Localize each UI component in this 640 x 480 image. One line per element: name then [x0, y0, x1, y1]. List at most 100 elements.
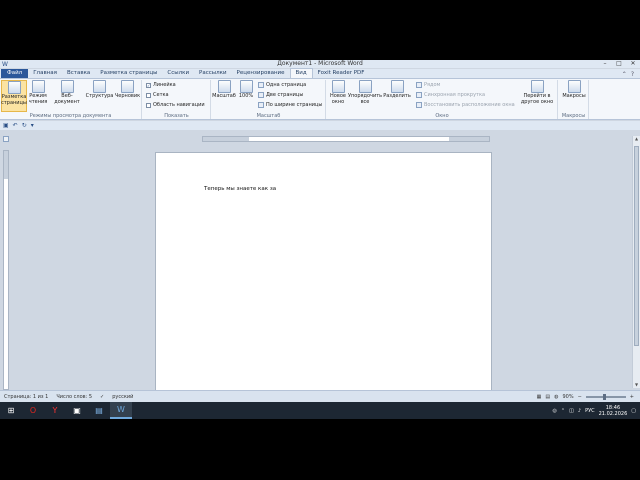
group-window: Новое окно Упорядочить все Разделить Ряд… — [327, 80, 558, 119]
redo-icon[interactable]: ↻ — [22, 122, 27, 129]
vertical-ruler[interactable] — [3, 150, 9, 390]
ruler-checkbox[interactable]: ✓ — [146, 82, 151, 88]
new-window-button[interactable]: Новое окно — [328, 80, 348, 105]
zoom-100-button[interactable]: 100% — [237, 80, 255, 100]
file-app-icon[interactable]: ▤ — [88, 402, 110, 419]
grid-checkbox-row[interactable]: Сетка — [146, 92, 169, 98]
ruler-top-margin — [4, 151, 8, 179]
tab-references[interactable]: Ссылки — [162, 69, 194, 78]
tab-insert[interactable]: Вставка — [62, 69, 95, 78]
tab-review[interactable]: Рецензирование — [232, 69, 290, 78]
page-count[interactable]: Страница: 1 из 1 — [4, 394, 48, 400]
maximize-icon[interactable]: □ — [612, 60, 626, 68]
switch-windows-button[interactable]: Перейти в другое окно — [517, 80, 557, 105]
sync-scroll-button[interactable]: Синхронная прокрутка — [416, 92, 485, 98]
one-page-label: Одна страница — [266, 82, 307, 88]
outline-label: Структура — [85, 93, 114, 99]
keyboard-language[interactable]: РУС — [585, 408, 595, 414]
macros-icon — [567, 80, 581, 93]
notifications-icon[interactable]: ▢ — [631, 408, 636, 414]
minimize-icon[interactable]: – — [598, 60, 612, 68]
page-width-button[interactable]: По ширине страницы — [258, 102, 322, 108]
camera-app-icon[interactable]: ▣ — [66, 402, 88, 419]
web-layout-button[interactable]: Веб-документ — [49, 80, 85, 105]
draft-label: Черновик — [114, 93, 141, 99]
customize-qat-icon[interactable]: ▾ — [31, 122, 34, 129]
tray-overflow-icon[interactable]: ⌃ — [561, 408, 565, 414]
split-icon — [390, 80, 404, 93]
scroll-thumb[interactable] — [634, 146, 639, 346]
zoom-slider[interactable] — [585, 393, 626, 400]
draft-button[interactable]: Черновик — [114, 80, 141, 100]
start-icon[interactable]: ⊞ — [0, 402, 22, 419]
spellcheck-icon[interactable]: ✓ — [100, 394, 104, 400]
draft-icon — [121, 80, 134, 93]
view-reading-icon[interactable]: ▤ — [545, 394, 550, 400]
zoom-level[interactable]: 90% — [562, 394, 573, 400]
zoom-in-icon[interactable]: + — [630, 394, 634, 400]
view-web-icon[interactable]: ◍ — [554, 394, 558, 400]
split-button[interactable]: Разделить — [383, 80, 411, 100]
close-icon[interactable]: ✕ — [626, 60, 640, 68]
tab-view[interactable]: Вид — [289, 68, 313, 78]
full-reading-button[interactable]: Режим чтения — [28, 80, 48, 105]
arrange-all-button[interactable]: Упорядочить все — [347, 80, 383, 105]
tab-mailings[interactable]: Рассылки — [194, 69, 232, 78]
side-by-side-button[interactable]: Рядом — [416, 82, 440, 88]
opera-icon[interactable]: O — [22, 402, 44, 419]
window-title: Документ1 - Microsoft Word — [277, 60, 363, 67]
horizontal-ruler[interactable] — [202, 136, 490, 142]
scroll-up-icon[interactable]: ▲ — [633, 136, 640, 142]
view-print-layout-icon[interactable]: ▦ — [537, 394, 542, 400]
word-taskbar-icon[interactable]: W — [110, 402, 132, 419]
ruler-checkbox-row[interactable]: ✓ Линейка — [146, 82, 176, 88]
one-page-button[interactable]: Одна страница — [258, 82, 306, 88]
help-icon[interactable]: ? — [631, 71, 634, 78]
reset-position-button[interactable]: Восстановить расположение окна — [416, 102, 515, 108]
side-by-side-icon — [416, 82, 422, 88]
tab-selector[interactable] — [3, 136, 9, 142]
ruler-label: Линейка — [153, 82, 176, 88]
outline-button[interactable]: Структура — [86, 80, 113, 100]
vertical-scrollbar[interactable]: ▲ ▼ — [632, 136, 640, 388]
zoom-button[interactable]: Масштаб — [212, 80, 236, 100]
scroll-down-icon[interactable]: ▼ — [633, 382, 640, 388]
document-text[interactable]: Теперь мы знаете как за — [204, 186, 276, 192]
volume-icon[interactable]: ♪ — [578, 408, 581, 414]
chat-icon[interactable]: ◎ — [553, 408, 557, 414]
word-count[interactable]: Число слов: 5 — [56, 394, 92, 400]
tab-foxit[interactable]: Foxit Reader PDF — [313, 69, 370, 78]
undo-icon[interactable]: ↶ — [13, 122, 18, 129]
group-label: Макросы — [561, 113, 586, 119]
group-document-views: Разметка страницы Режим чтения Веб-докум… — [0, 80, 142, 119]
ribbon-collapse-icon[interactable]: ⌃ — [622, 71, 627, 78]
arrange-all-label: Упорядочить все — [347, 93, 383, 105]
macros-button[interactable]: Макросы — [561, 80, 587, 100]
zoom-slider-knob[interactable] — [602, 393, 606, 400]
zoom-out-icon[interactable]: − — [578, 394, 582, 400]
ruler-right-margin — [449, 137, 489, 141]
nav-pane-checkbox[interactable] — [146, 102, 151, 108]
yandex-icon[interactable]: Y — [44, 402, 66, 419]
clock[interactable]: 18:46 21.02.2026 — [599, 405, 628, 417]
tab-page-layout[interactable]: Разметка страницы — [95, 69, 162, 78]
network-icon[interactable]: ◫ — [569, 408, 574, 414]
two-pages-button[interactable]: Две страницы — [258, 92, 303, 98]
nav-pane-checkbox-row[interactable]: Область навигации — [146, 102, 205, 108]
switch-windows-icon — [530, 80, 544, 93]
document-page[interactable]: Теперь мы знаете как за — [155, 152, 492, 402]
tab-file[interactable]: Файл — [1, 69, 29, 78]
group-label: Показать — [164, 113, 189, 119]
print-layout-button[interactable]: Разметка страницы — [1, 80, 27, 112]
group-label: Окно — [435, 113, 449, 119]
arrange-all-icon — [358, 80, 372, 93]
title-bar: W Документ1 - Microsoft Word – □ ✕ — [0, 60, 640, 68]
grid-checkbox[interactable] — [146, 92, 151, 98]
tab-home[interactable]: Главная — [28, 69, 62, 78]
zoom-label: Масштаб — [212, 93, 236, 99]
word-window: W Документ1 - Microsoft Word – □ ✕ Файл … — [0, 60, 640, 402]
save-icon[interactable]: ▣ — [3, 122, 9, 129]
sync-scroll-icon — [416, 92, 422, 98]
outline-icon — [93, 80, 106, 93]
language-indicator[interactable]: русский — [112, 394, 133, 400]
